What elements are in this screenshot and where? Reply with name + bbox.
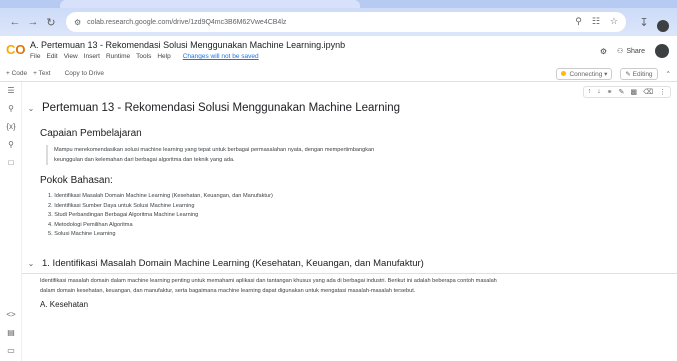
editing-mode-button[interactable]: ✎ Editing [620,68,658,80]
browser-chrome: ← → ↻ ⚙ colab.research.google.com/drive/… [0,0,677,36]
terminal-icon[interactable]: ▭ [5,346,17,358]
share-label: Share [626,47,645,55]
section-title-1: Pertemuan 13 - Rekomendasi Solusi Menggu… [42,102,400,114]
pokok-list: 1. Identifikasi Masalah Domain Machine L… [48,192,666,240]
list-item: 2. Identifikasi Sumber Daya untuk Solusi… [48,202,195,209]
collapse-chevron-icon[interactable]: ⌄ [26,104,36,113]
back-icon[interactable]: ← [8,15,22,29]
capaian-text-line-1: Mampu merekomendasikan solusi machine le… [54,147,375,153]
section2-paragraph: Identifikasi masalah domain dalam machin… [40,277,497,294]
settings-gear-icon[interactable]: ⚙ [600,47,607,56]
kesehatan-heading: A. Kesehatan [40,300,89,310]
section-heading-2[interactable]: ⌄ 1. Identifikasi Masalah Domain Machine… [26,258,666,269]
bookmark-star-icon[interactable]: ☆ [610,16,618,27]
command-palette-icon[interactable]: ▤ [5,328,17,340]
table-of-contents-icon[interactable]: ☰ [5,86,17,98]
editing-label: Editing [632,71,653,78]
omnibox-actions: ⚲ ☷ ☆ [575,16,618,27]
secrets-key-icon[interactable]: ⚲ [5,140,17,152]
status-dot-icon [561,71,567,76]
saved-status-link[interactable]: Changes will not be saved [183,53,259,60]
address-bar[interactable]: ⚙ colab.research.google.com/drive/1zd9Q4… [66,12,626,32]
menu-view[interactable]: View [64,53,78,60]
user-avatar[interactable] [655,44,669,58]
collapse-header-icon[interactable]: ⌃ [666,70,671,78]
menu-bar: File Edit View Insert Runtime Tools Help… [30,53,259,60]
code-snippets-icon[interactable]: <> [5,310,17,322]
people-icon: ⚇ [617,48,624,55]
list-item: 5. Solusi Machine Learning [48,231,116,238]
forward-icon[interactable]: → [26,15,40,29]
menu-edit[interactable]: Edit [46,53,57,60]
menu-help[interactable]: Help [157,53,170,60]
menu-file[interactable]: File [30,53,40,60]
menu-tools[interactable]: Tools [136,53,151,60]
extensions-icon[interactable]: ☷ [592,16,600,27]
colab-logo[interactable]: CO [6,42,26,57]
list-item: 1. Identifikasi Masalah Domain Machine L… [48,193,273,199]
collapse-chevron-icon[interactable]: ⌄ [26,259,36,268]
add-code-button[interactable]: + Code [6,70,27,77]
list-item: 4. Metodologi Pemilihan Algoritma [48,221,133,228]
capaian-text-line-2: keunggulan dan kelemahan dari berbagai a… [54,157,235,163]
list-item: 3. Studi Perbandingan Berbagai Algoritma… [48,212,199,219]
connect-label: Connecting [569,71,603,78]
section-title-2: 1. Identifikasi Masalah Domain Machine L… [42,257,424,269]
download-icon[interactable]: ↧ [637,15,651,29]
notebook-title[interactable]: A. Pertemuan 13 - Rekomendasi Solusi Men… [30,40,345,50]
profile-avatar[interactable] [657,20,669,32]
colab-header: CO A. Pertemuan 13 - Rekomendasi Solusi … [0,36,677,66]
browser-nav-row: ← → ↻ ⚙ colab.research.google.com/drive/… [0,8,677,36]
connect-button[interactable]: Connecting ▾ [556,68,613,80]
search-icon[interactable]: ⚲ [575,16,582,27]
left-sidebar: ☰ ⚲ {x} ⚲ □ <> ▤ ▭ [0,82,22,361]
search-icon[interactable]: ⚲ [5,104,17,116]
capaian-heading: Capaian Pembelajaran [40,128,142,139]
site-info-icon[interactable]: ⚙ [74,18,81,27]
pokok-heading: Pokok Bahasan: [40,175,113,186]
toolbar-right: Connecting ▾ ✎ Editing ⌃ [556,68,671,80]
header-actions: ⚙ ⚇ Share [600,44,669,58]
menu-runtime[interactable]: Runtime [106,53,130,60]
address-url: colab.research.google.com/drive/1zd9Q4mc… [87,18,287,26]
notebook-content: ⌄ Pertemuan 13 - Rekomendasi Solusi Meng… [26,90,666,309]
menu-insert[interactable]: Insert [84,53,100,60]
files-folder-icon[interactable]: □ [5,158,17,170]
section-heading-1[interactable]: ⌄ Pertemuan 13 - Rekomendasi Solusi Meng… [26,102,666,114]
variables-icon[interactable]: {x} [5,122,17,134]
copy-to-drive-button[interactable]: Copy to Drive [65,70,104,77]
share-button[interactable]: ⚇ Share [617,47,645,56]
notebook-toolbar: + Code + Text Copy to Drive Connecting ▾… [0,66,677,82]
reload-icon[interactable]: ↻ [44,15,58,29]
capaian-quote: Mampu merekomendasikan solusi machine le… [46,145,666,165]
add-text-button[interactable]: + Text [33,70,50,77]
cell-divider [22,273,677,274]
active-tab[interactable] [60,0,360,8]
